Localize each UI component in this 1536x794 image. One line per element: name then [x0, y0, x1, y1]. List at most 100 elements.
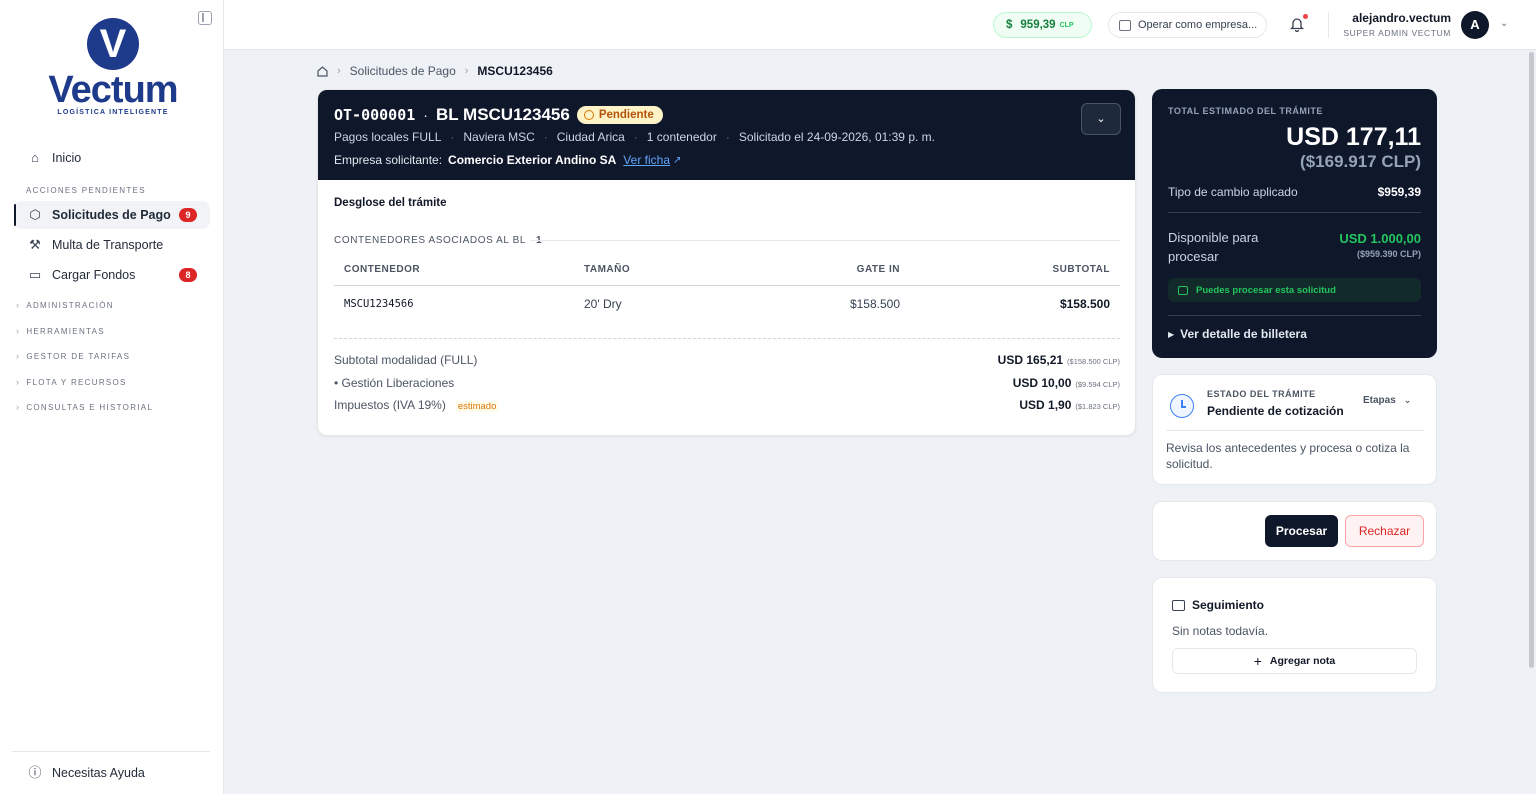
- logo[interactable]: V Vectum LOGÍSTICA INTELIGENTE: [40, 18, 186, 116]
- stages-dropdown[interactable]: Etapas ⌄: [1363, 395, 1411, 406]
- separator-dot: ·: [633, 130, 638, 144]
- sidebar-group-consultas-e-historial[interactable]: › CONSULTAS E HISTORIAL: [16, 402, 153, 412]
- external-link-icon[interactable]: ↗: [673, 155, 681, 166]
- summary-label-wrap: Impuestos (IVA 19%) estimado: [334, 398, 499, 412]
- sidebar-group-label: GESTOR DE TARIFAS: [26, 351, 131, 361]
- followup-title-text: Seguimiento: [1192, 598, 1265, 612]
- chevron-right-icon: ›: [16, 351, 21, 361]
- containers-table: CONTENEDOR TAMAÑO GATE IN SUBTOTAL MSCU1…: [334, 255, 1120, 323]
- reject-button[interactable]: Rechazar: [1345, 515, 1424, 547]
- user-role: SUPER ADMIN VECTUM: [1343, 28, 1451, 38]
- request-meta: Pagos locales FULL · Naviera MSC · Ciuda…: [334, 130, 935, 144]
- sidebar-item-inicio[interactable]: ⌂ Inicio: [14, 144, 210, 172]
- operate-as-company-select[interactable]: Operar como empresa...: [1108, 12, 1267, 38]
- summary-row-impuestos: Impuestos (IVA 19%) estimado USD 1,90 ($1.…: [334, 398, 1120, 412]
- available-usd: USD 1.000,00: [1339, 231, 1421, 246]
- sidebar-item-label: Inicio: [52, 151, 82, 165]
- summary-clp: ($158.500 CLP): [1067, 357, 1120, 366]
- topbar: $ 959,39 CLP Operar como empresa... alej…: [224, 0, 1536, 50]
- container-id: MSCU1234566: [344, 298, 414, 311]
- summary-row-gestion: • Gestión Liberaciones USD 10,00 ($9.594 …: [334, 376, 1120, 390]
- divider: [1168, 212, 1421, 213]
- status-value: Pendiente de cotización: [1207, 404, 1344, 418]
- applied-rate-row: Tipo de cambio aplicado $959,39: [1168, 185, 1421, 199]
- requesting-company: Empresa solicitante: Comercio Exterior A…: [334, 153, 681, 167]
- sidebar-group-administracion[interactable]: › ADMINISTRACIÓN: [16, 300, 114, 310]
- exchange-rate-pill[interactable]: $ 959,39 CLP: [993, 12, 1092, 38]
- company-name: Comercio Exterior Andino SA: [448, 153, 617, 167]
- summary-amount: USD 1,90 ($1.823 CLP): [1019, 398, 1120, 412]
- total-card: TOTAL ESTIMADO DEL TRÁMITE USD 177,11 ($…: [1152, 89, 1437, 358]
- summary-row-subtotal: Subtotal modalidad (FULL) USD 165,21 ($15…: [334, 353, 1120, 367]
- company-profile-link[interactable]: Ver ficha: [623, 153, 670, 167]
- request-title: OT-000001 · BL MSCU123456 Pendiente: [334, 105, 663, 125]
- column-header: GATE IN: [774, 255, 910, 286]
- chevron-right-icon: ›: [16, 402, 21, 412]
- column-header: TAMAÑO: [574, 255, 774, 286]
- home-icon[interactable]: [317, 65, 328, 77]
- status-card: ESTADO DEL TRÁMITE Pendiente de cotizaci…: [1152, 374, 1437, 485]
- sidebar-item-multa-de-transporte[interactable]: ⚒ Multa de Transporte: [14, 231, 210, 259]
- breadcrumb: › Solicitudes de Pago › MSCU123456: [317, 64, 553, 78]
- chevron-down-icon: ⌄: [1096, 113, 1106, 125]
- bell-icon[interactable]: [1290, 17, 1304, 32]
- wallet-detail-label: Ver detalle de billetera: [1180, 327, 1307, 341]
- column-header: CONTENEDOR: [334, 255, 574, 286]
- sidebar: V Vectum LOGÍSTICA INTELIGENTE ⌂ Inicio …: [0, 0, 224, 794]
- clock-icon: [583, 110, 594, 120]
- sidebar-group-herramientas[interactable]: › HERRAMIENTAS: [16, 326, 105, 336]
- sidebar-group-gestor-de-tarifas[interactable]: › GESTOR DE TARIFAS: [16, 351, 130, 361]
- gavel-icon: ⚒: [29, 237, 41, 252]
- can-process-notice: Puedes procesar esta solicitud: [1168, 278, 1421, 302]
- help-circle-icon: ⓘ: [28, 765, 42, 780]
- summary-usd: USD 1,90: [1019, 398, 1072, 412]
- followup-card: Seguimiento Sin notas todavía. + Agregar…: [1152, 577, 1437, 693]
- actions-card: Procesar Rechazar: [1152, 501, 1437, 561]
- avatar[interactable]: A: [1461, 11, 1489, 39]
- breakdown-title: Desglose del trámite: [334, 197, 447, 209]
- chevron-right-icon: ›: [16, 326, 21, 336]
- container-size: 20' Dry: [584, 297, 622, 312]
- followup-empty: Sin notas todavía.: [1172, 624, 1269, 638]
- summary-label: • Gestión Liberaciones: [334, 376, 455, 390]
- add-note-button[interactable]: + Agregar nota: [1172, 648, 1417, 674]
- exchange-rate-value: 959,39: [1020, 19, 1056, 31]
- sidebar-item-cargar-fondos[interactable]: ▭ Cargar Fondos 8: [14, 261, 210, 289]
- breadcrumb-solicitudes[interactable]: Solicitudes de Pago: [350, 64, 456, 78]
- pending-count-badge: 8: [179, 268, 197, 282]
- pending-count-badge: 9: [179, 208, 197, 222]
- sidebar-collapse-icon[interactable]: [198, 11, 212, 25]
- sidebar-item-label: Multa de Transporte: [52, 238, 164, 252]
- header-dropdown-button[interactable]: ⌄: [1081, 103, 1121, 135]
- logo-mark: V: [87, 18, 139, 70]
- process-button[interactable]: Procesar: [1265, 515, 1338, 547]
- logo-tagline: LOGÍSTICA INTELIGENTE: [57, 109, 169, 116]
- clock-icon: [1170, 394, 1194, 418]
- wallet-icon: [1178, 285, 1188, 295]
- sidebar-item-label: Cargar Fondos: [52, 268, 136, 282]
- chevron-down-icon[interactable]: ⌄: [1500, 18, 1508, 29]
- chevron-down-icon: ⌄: [1403, 395, 1412, 405]
- summary-usd: USD 10,00: [1012, 376, 1072, 390]
- separator-dot: ·: [423, 107, 428, 123]
- wallet-icon: ▭: [28, 267, 42, 282]
- summary-clp: ($1.823 CLP): [1075, 402, 1120, 411]
- meta-carrier: Naviera MSC: [463, 130, 535, 144]
- available-clp: ($959.390 CLP): [1356, 249, 1421, 259]
- dashed-divider: [334, 338, 1120, 339]
- scrollbar[interactable]: [1529, 52, 1534, 668]
- sidebar-item-solicitudes-de-pago[interactable]: ⬡ Solicitudes de Pago 9: [14, 201, 210, 229]
- sidebar-group-label: ADMINISTRACIÓN: [26, 300, 114, 310]
- total-clp: ($169.917 CLP): [1300, 152, 1421, 171]
- status-badge-label: Pendiente: [598, 109, 654, 121]
- applied-rate-value: $959,39: [1377, 185, 1421, 199]
- followup-title: Seguimiento: [1172, 598, 1264, 612]
- divider: [1166, 430, 1424, 431]
- sidebar-group-flota-y-recursos[interactable]: › FLOTA Y RECURSOS: [16, 377, 127, 387]
- wallet-detail-toggle[interactable]: ▶ Ver detalle de billetera: [1168, 327, 1307, 341]
- estimated-tag: estimado: [455, 401, 499, 412]
- stages-label: Etapas: [1363, 395, 1396, 406]
- chevron-right-icon: ›: [16, 377, 21, 387]
- summary-label: Impuestos (IVA 19%): [334, 398, 446, 412]
- help-link[interactable]: ⓘ Necesitas Ayuda: [14, 759, 210, 787]
